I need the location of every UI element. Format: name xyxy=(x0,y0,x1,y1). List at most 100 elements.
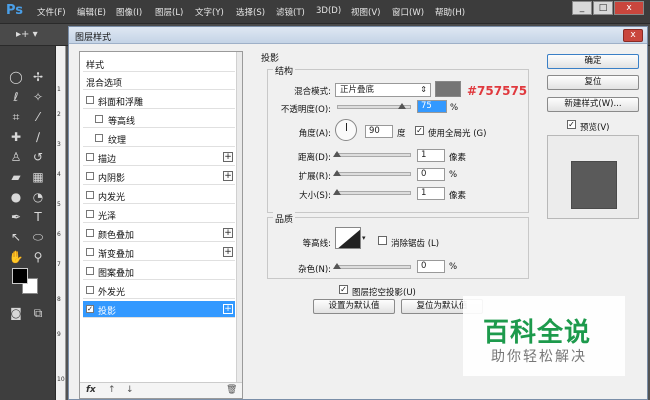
maximize-button[interactable]: □ xyxy=(593,1,613,15)
app-close-button[interactable]: x xyxy=(614,1,644,15)
tool-preset-picker[interactable]: ▸+ ▾ xyxy=(16,29,38,40)
opacity-slider-thumb[interactable] xyxy=(398,103,406,109)
menu-image[interactable]: 图像(I) xyxy=(116,6,142,18)
move-up-icon[interactable]: ↑ xyxy=(108,385,116,395)
style-checkbox[interactable] xyxy=(86,286,94,294)
style-checkbox[interactable] xyxy=(86,153,94,161)
style-checkbox[interactable] xyxy=(86,191,94,199)
style-checkbox[interactable] xyxy=(86,267,94,275)
menu-help[interactable]: 帮助(H) xyxy=(435,6,465,18)
style-checkbox[interactable] xyxy=(95,134,103,142)
noise-slider-thumb[interactable] xyxy=(333,263,341,269)
style-item-color-overlay[interactable]: 颜色叠加 + xyxy=(83,225,235,242)
style-item-blending-options[interactable]: 混合选项 xyxy=(83,73,235,90)
noise-slider[interactable] xyxy=(335,265,411,269)
angle-input[interactable]: 90 xyxy=(365,125,393,138)
style-item-pattern-overlay[interactable]: 图案叠加 xyxy=(83,263,235,280)
chevron-down-icon[interactable]: ▾ xyxy=(362,234,366,242)
add-effect-plus-icon[interactable]: + xyxy=(223,304,233,314)
dialog-titlebar[interactable]: 图层样式 x xyxy=(69,27,647,44)
global-light-checkbox[interactable]: ✓ xyxy=(415,126,424,135)
magic-wand-icon[interactable]: ✧ xyxy=(28,88,48,106)
style-checkbox[interactable] xyxy=(86,248,94,256)
new-style-button[interactable]: 新建样式(W)... xyxy=(547,97,639,112)
stamp-tool-icon[interactable]: ♙ xyxy=(6,148,26,166)
screen-mode-icon[interactable]: ⧉ xyxy=(28,304,48,322)
style-item-texture[interactable]: 纹理 xyxy=(83,130,235,147)
antialias-checkbox[interactable] xyxy=(378,236,387,245)
spread-input[interactable]: 0 xyxy=(417,168,445,181)
style-item-stroke[interactable]: 描边 + xyxy=(83,149,235,166)
distance-input[interactable]: 1 xyxy=(417,149,445,162)
size-slider-thumb[interactable] xyxy=(333,189,341,195)
size-input[interactable]: 1 xyxy=(417,187,445,200)
ok-button[interactable]: 确定 xyxy=(547,54,639,69)
preview-checkbox[interactable]: ✓ xyxy=(567,120,576,129)
crop-tool-icon[interactable]: ⌗ xyxy=(6,108,26,126)
brush-tool-icon[interactable]: ∕ xyxy=(28,128,48,146)
style-item-outer-glow[interactable]: 外发光 xyxy=(83,282,235,299)
style-list-scrollbar[interactable] xyxy=(236,52,242,398)
spread-slider[interactable] xyxy=(335,172,411,176)
style-checkbox[interactable] xyxy=(86,229,94,237)
style-item-styles[interactable]: 样式 xyxy=(83,55,235,72)
style-item-drop-shadow[interactable]: ✓ 投影 + xyxy=(83,301,235,318)
distance-slider-thumb[interactable] xyxy=(333,151,341,157)
lasso-tool-icon[interactable]: ℓ xyxy=(6,88,26,106)
style-checkbox[interactable] xyxy=(86,210,94,218)
pen-tool-icon[interactable]: ✒ xyxy=(6,208,26,226)
eyedropper-icon[interactable]: ⁄ xyxy=(28,108,48,126)
gradient-tool-icon[interactable]: ▦ xyxy=(28,168,48,186)
opacity-input[interactable]: 75 xyxy=(417,100,447,113)
contour-picker[interactable] xyxy=(335,227,361,249)
menu-file[interactable]: 文件(F) xyxy=(37,6,66,18)
menu-view[interactable]: 视图(V) xyxy=(351,6,380,18)
menu-layer[interactable]: 图层(L) xyxy=(155,6,183,18)
blur-tool-icon[interactable]: ● xyxy=(6,188,26,206)
eraser-tool-icon[interactable]: ▰ xyxy=(6,168,26,186)
style-checkbox[interactable] xyxy=(86,172,94,180)
add-effect-plus-icon[interactable]: + xyxy=(223,247,233,257)
style-checkbox-checked[interactable]: ✓ xyxy=(86,305,94,313)
marquee-tool-icon[interactable]: ◯ xyxy=(6,68,26,86)
type-tool-icon[interactable]: T xyxy=(28,208,48,226)
history-brush-icon[interactable]: ↺ xyxy=(28,148,48,166)
add-effect-plus-icon[interactable]: + xyxy=(223,171,233,181)
shadow-color-swatch[interactable] xyxy=(435,81,461,97)
menu-edit[interactable]: 编辑(E) xyxy=(77,6,106,18)
dialog-close-button[interactable]: x xyxy=(623,29,643,42)
knockout-checkbox[interactable]: ✓ xyxy=(339,285,348,294)
delete-icon[interactable]: 🗑 xyxy=(226,385,237,395)
distance-slider[interactable] xyxy=(335,153,411,157)
menu-3d[interactable]: 3D(D) xyxy=(316,6,341,16)
style-item-inner-shadow[interactable]: 内阴影 + xyxy=(83,168,235,185)
blend-mode-select[interactable]: 正片叠底 ⇕ xyxy=(335,83,431,97)
menu-filter[interactable]: 滤镜(T) xyxy=(276,6,305,18)
add-effect-plus-icon[interactable]: + xyxy=(223,152,233,162)
size-slider[interactable] xyxy=(335,191,411,195)
shape-tool-icon[interactable]: ⬭ xyxy=(28,228,48,246)
move-tool-icon[interactable]: ✢ xyxy=(28,68,48,86)
reset-button[interactable]: 复位 xyxy=(547,75,639,90)
healing-brush-icon[interactable]: ✚ xyxy=(6,128,26,146)
quick-mask-icon[interactable]: ◙ xyxy=(6,304,26,322)
zoom-tool-icon[interactable]: ⚲ xyxy=(28,248,48,266)
style-item-contour[interactable]: 等高线 xyxy=(83,111,235,128)
hand-tool-icon[interactable]: ✋ xyxy=(6,248,26,266)
minimize-button[interactable]: _ xyxy=(572,1,592,15)
menu-type[interactable]: 文字(Y) xyxy=(195,6,224,18)
style-checkbox[interactable] xyxy=(95,115,103,123)
noise-input[interactable]: 0 xyxy=(417,260,445,273)
menu-window[interactable]: 窗口(W) xyxy=(392,6,424,18)
set-default-button[interactable]: 设置为默认值 xyxy=(313,299,395,314)
path-select-icon[interactable]: ↖ xyxy=(6,228,26,246)
style-item-gradient-overlay[interactable]: 渐变叠加 + xyxy=(83,244,235,261)
dodge-tool-icon[interactable]: ◔ xyxy=(28,188,48,206)
menu-select[interactable]: 选择(S) xyxy=(236,6,265,18)
angle-dial[interactable] xyxy=(335,119,357,141)
move-down-icon[interactable]: ↓ xyxy=(126,385,134,395)
style-item-satin[interactable]: 光泽 xyxy=(83,206,235,223)
style-item-bevel-emboss[interactable]: 斜面和浮雕 xyxy=(83,92,235,109)
spread-slider-thumb[interactable] xyxy=(333,170,341,176)
add-effect-plus-icon[interactable]: + xyxy=(223,228,233,238)
